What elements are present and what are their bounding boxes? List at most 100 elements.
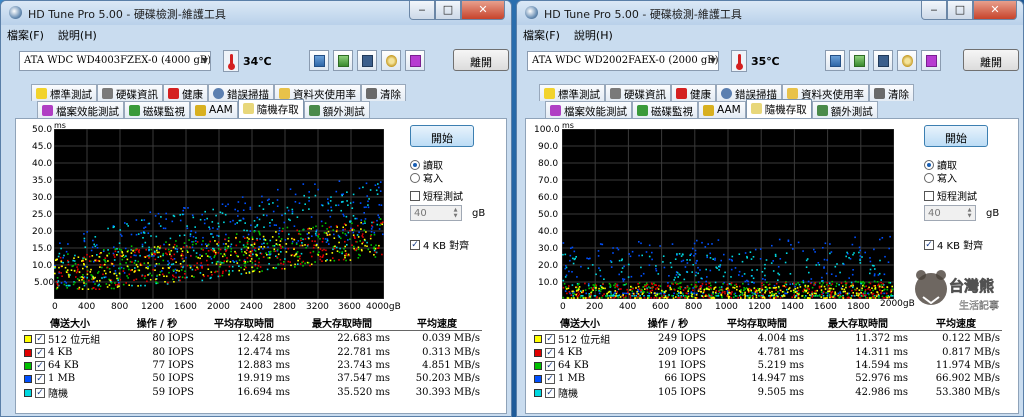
series-checkbox[interactable]: ✓ (35, 333, 45, 344)
data-point (142, 231, 145, 234)
spinner-arrows-icon[interactable]: ▲ ▼ (451, 207, 460, 219)
exit-button[interactable]: 離開 (963, 49, 1019, 71)
spinner-arrows-icon[interactable]: ▲ ▼ (965, 207, 974, 219)
drive-select[interactable]: ATA WDC WD4003FZEX-0 (4000 gB) ▼ (19, 51, 211, 71)
data-point (562, 242, 565, 244)
tab-file-benchmark[interactable]: 檔案效能測試 (545, 101, 632, 118)
series-checkbox[interactable]: ✓ (545, 333, 555, 344)
tab-extra-tests[interactable]: 額外測試 (303, 101, 370, 118)
tab-health[interactable]: 健康 (671, 84, 716, 101)
save-button[interactable] (357, 50, 377, 71)
start-button[interactable]: 開始 (924, 125, 988, 147)
download-button[interactable] (921, 50, 941, 71)
options-button[interactable] (897, 50, 917, 71)
tab-benchmark[interactable]: 標準測試 (31, 84, 97, 101)
data-point (302, 209, 304, 211)
options-button[interactable] (381, 50, 401, 71)
data-point (294, 263, 296, 266)
data-point (741, 260, 744, 263)
short-test-checkbox[interactable] (924, 190, 934, 201)
short-test-size-input[interactable]: 40 ▲ ▼ (924, 205, 976, 221)
align-4kb-option[interactable]: ✓ 4 KB 對齊 (410, 237, 469, 252)
short-test-checkbox[interactable] (410, 190, 420, 201)
data-point (99, 285, 102, 287)
title-bar[interactable]: HD Tune Pro 5.00 - 硬碟檢測-維護工具 ‒ □ ✕ (517, 1, 1023, 25)
tab-health[interactable]: 健康 (163, 84, 208, 101)
tab-info[interactable]: 硬碟資訊 (97, 84, 163, 101)
drive-select[interactable]: ATA WDC WD2002FAEX-0 (2000 gB) ▼ (527, 51, 719, 71)
tab-erase[interactable]: 清除 (361, 84, 406, 101)
data-point (289, 261, 291, 263)
series-checkbox[interactable]: ✓ (35, 373, 45, 384)
tab-disk-monitor[interactable]: 磁碟監視 (124, 101, 190, 118)
maximize-button[interactable]: □ (435, 1, 461, 20)
series-checkbox[interactable]: ✓ (35, 360, 45, 371)
tab-aam[interactable]: AAM (190, 101, 238, 118)
tab-row-1: 標準測試 硬碟資訊 健康 錯誤掃描 資料夾使用率 清除 (539, 84, 914, 101)
menu-file[interactable]: 檔案(F) (7, 27, 44, 43)
tab-random-access[interactable]: 隨機存取 (745, 99, 812, 118)
series-checkbox[interactable]: ✓ (545, 387, 555, 398)
data-point (197, 256, 199, 259)
tab-benchmark[interactable]: 標準測試 (539, 84, 605, 101)
series-checkbox[interactable]: ✓ (545, 360, 555, 371)
series-checkbox[interactable]: ✓ (545, 373, 555, 384)
menu-help[interactable]: 說明(H) (58, 27, 97, 43)
short-test-option[interactable]: 短程測試 (924, 188, 977, 203)
tab-erase[interactable]: 清除 (869, 84, 914, 101)
exit-button[interactable]: 離開 (453, 49, 509, 71)
data-point (165, 275, 168, 278)
write-option[interactable]: 寫入 (924, 170, 957, 185)
table-row: ✓ 64 KB 77 IOPS 12.883 ms 23.743 ms 4.851 MB/… (22, 359, 482, 372)
data-point (721, 288, 724, 291)
x-tick: 0 (560, 302, 566, 312)
data-point (195, 243, 197, 245)
data-point (206, 259, 208, 262)
close-button[interactable]: ✕ (973, 1, 1017, 20)
copy-screenshot-button[interactable] (333, 50, 353, 71)
copy-info-button[interactable] (825, 50, 845, 71)
data-point (216, 270, 219, 273)
data-point (646, 291, 649, 294)
data-point (357, 248, 360, 251)
tab-info[interactable]: 硬碟資訊 (605, 84, 671, 101)
title-bar[interactable]: HD Tune Pro 5.00 - 硬碟檢測-維護工具 ‒ □ ✕ (1, 1, 511, 25)
close-button[interactable]: ✕ (461, 1, 505, 20)
menu-file[interactable]: 檔案(F) (523, 27, 560, 43)
tab-random-access[interactable]: 隨機存取 (237, 99, 304, 118)
download-button[interactable] (405, 50, 425, 71)
save-button[interactable] (873, 50, 893, 71)
minimize-button[interactable]: ‒ (921, 1, 947, 20)
tab-extra-tests[interactable]: 額外測試 (811, 101, 878, 118)
write-radio[interactable] (410, 172, 420, 183)
data-point (345, 254, 348, 257)
write-option[interactable]: 寫入 (410, 170, 443, 185)
copy-info-button[interactable] (309, 50, 329, 71)
series-checkbox[interactable]: ✓ (35, 347, 45, 358)
align-4kb-option[interactable]: ✓ 4 KB 對齊 (924, 237, 983, 252)
data-point (315, 234, 317, 237)
data-point (117, 283, 120, 285)
write-radio[interactable] (924, 172, 934, 183)
short-test-size-input[interactable]: 40 ▲ ▼ (410, 205, 462, 221)
series-checkbox[interactable]: ✓ (35, 387, 45, 398)
data-point (239, 219, 242, 222)
align-4kb-checkbox[interactable]: ✓ (924, 239, 934, 250)
data-point (696, 239, 698, 242)
tab-aam[interactable]: AAM (698, 101, 746, 118)
read-radio[interactable] (410, 159, 420, 170)
minimize-button[interactable]: ‒ (409, 1, 435, 20)
data-point (634, 297, 636, 299)
short-test-option[interactable]: 短程測試 (410, 188, 463, 203)
data-point (616, 291, 618, 293)
data-point (296, 229, 298, 232)
series-checkbox[interactable]: ✓ (545, 347, 555, 358)
tab-file-benchmark[interactable]: 檔案效能測試 (37, 101, 124, 118)
copy-screenshot-button[interactable] (849, 50, 869, 71)
start-button[interactable]: 開始 (410, 125, 474, 147)
maximize-button[interactable]: □ (947, 1, 973, 20)
tab-disk-monitor[interactable]: 磁碟監視 (632, 101, 698, 118)
menu-help[interactable]: 說明(H) (574, 27, 613, 43)
read-radio[interactable] (924, 159, 934, 170)
align-4kb-checkbox[interactable]: ✓ (410, 239, 420, 250)
